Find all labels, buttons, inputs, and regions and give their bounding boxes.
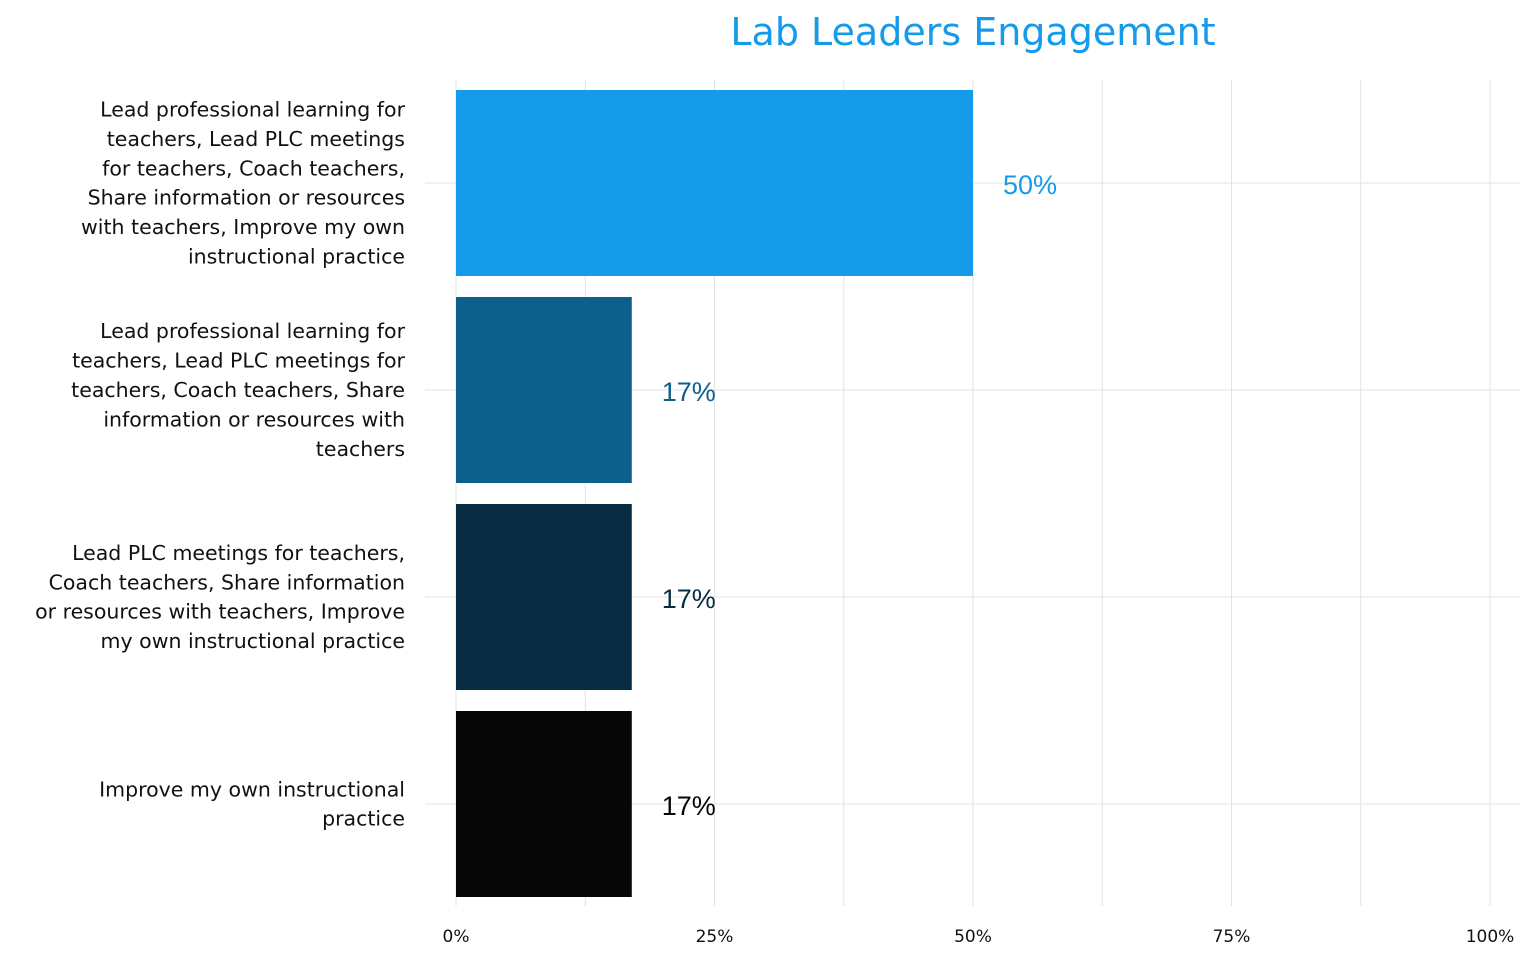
chart-title: Lab Leaders Engagement (730, 10, 1215, 54)
category-label-line: instructional practice (188, 245, 405, 269)
data-label: 50% (1003, 170, 1057, 200)
x-tick-label: 25% (696, 927, 734, 947)
category-label-line: practice (322, 807, 405, 831)
category-label: Lead professional learning for teachers, … (81, 98, 406, 269)
category-label-line: Lead professional learning for (100, 319, 405, 343)
category-label-line: information or resources with (103, 407, 405, 431)
x-tick-label: 0% (443, 927, 470, 947)
bar (456, 90, 973, 276)
category-label-line: Share information or resources (88, 186, 405, 210)
category-label-line: my own instructional practice (101, 629, 405, 653)
data-label: 17% (662, 377, 716, 407)
data-label: 17% (662, 584, 716, 614)
bar-chart: 50% 17% 17% 17% Lead professional learning … (35, 10, 1520, 947)
category-label: Lead professional learning for teachers, … (71, 319, 405, 461)
category-label-line: with teachers, Improve my own (81, 215, 405, 239)
x-axis-ticks: 0% 25% 50% 75% 100% (443, 927, 1515, 947)
category-label-line: Lead professional learning for (100, 98, 405, 122)
category-label-line: Coach teachers, Share information (49, 570, 405, 594)
x-tick-label: 100% (1466, 927, 1515, 947)
category-label-line: teachers (316, 437, 405, 461)
category-label-line: for teachers, Coach teachers, (102, 156, 405, 180)
category-label-line: Lead PLC meetings for teachers, (72, 541, 405, 565)
category-label-line: teachers, Coach teachers, Share (71, 378, 405, 402)
bars: 50% 17% 17% 17% (456, 90, 1057, 897)
category-label-line: or resources with teachers, Improve (35, 600, 405, 624)
bar (456, 504, 632, 690)
category-label-line: teachers, Lead PLC meetings for (72, 349, 405, 373)
bar (456, 297, 632, 483)
bar (456, 711, 632, 897)
data-label: 17% (662, 791, 716, 821)
x-tick-label: 75% (1213, 927, 1251, 947)
category-labels: Lead professional learning for teachers, … (35, 98, 405, 831)
x-tick-label: 50% (954, 927, 992, 947)
category-label: Lead PLC meetings for teachers, Coach tea… (35, 541, 405, 653)
category-label: Improve my own instructional practice (99, 777, 405, 830)
category-label-line: Improve my own instructional (99, 777, 405, 801)
category-label-line: teachers, Lead PLC meetings (107, 127, 405, 151)
